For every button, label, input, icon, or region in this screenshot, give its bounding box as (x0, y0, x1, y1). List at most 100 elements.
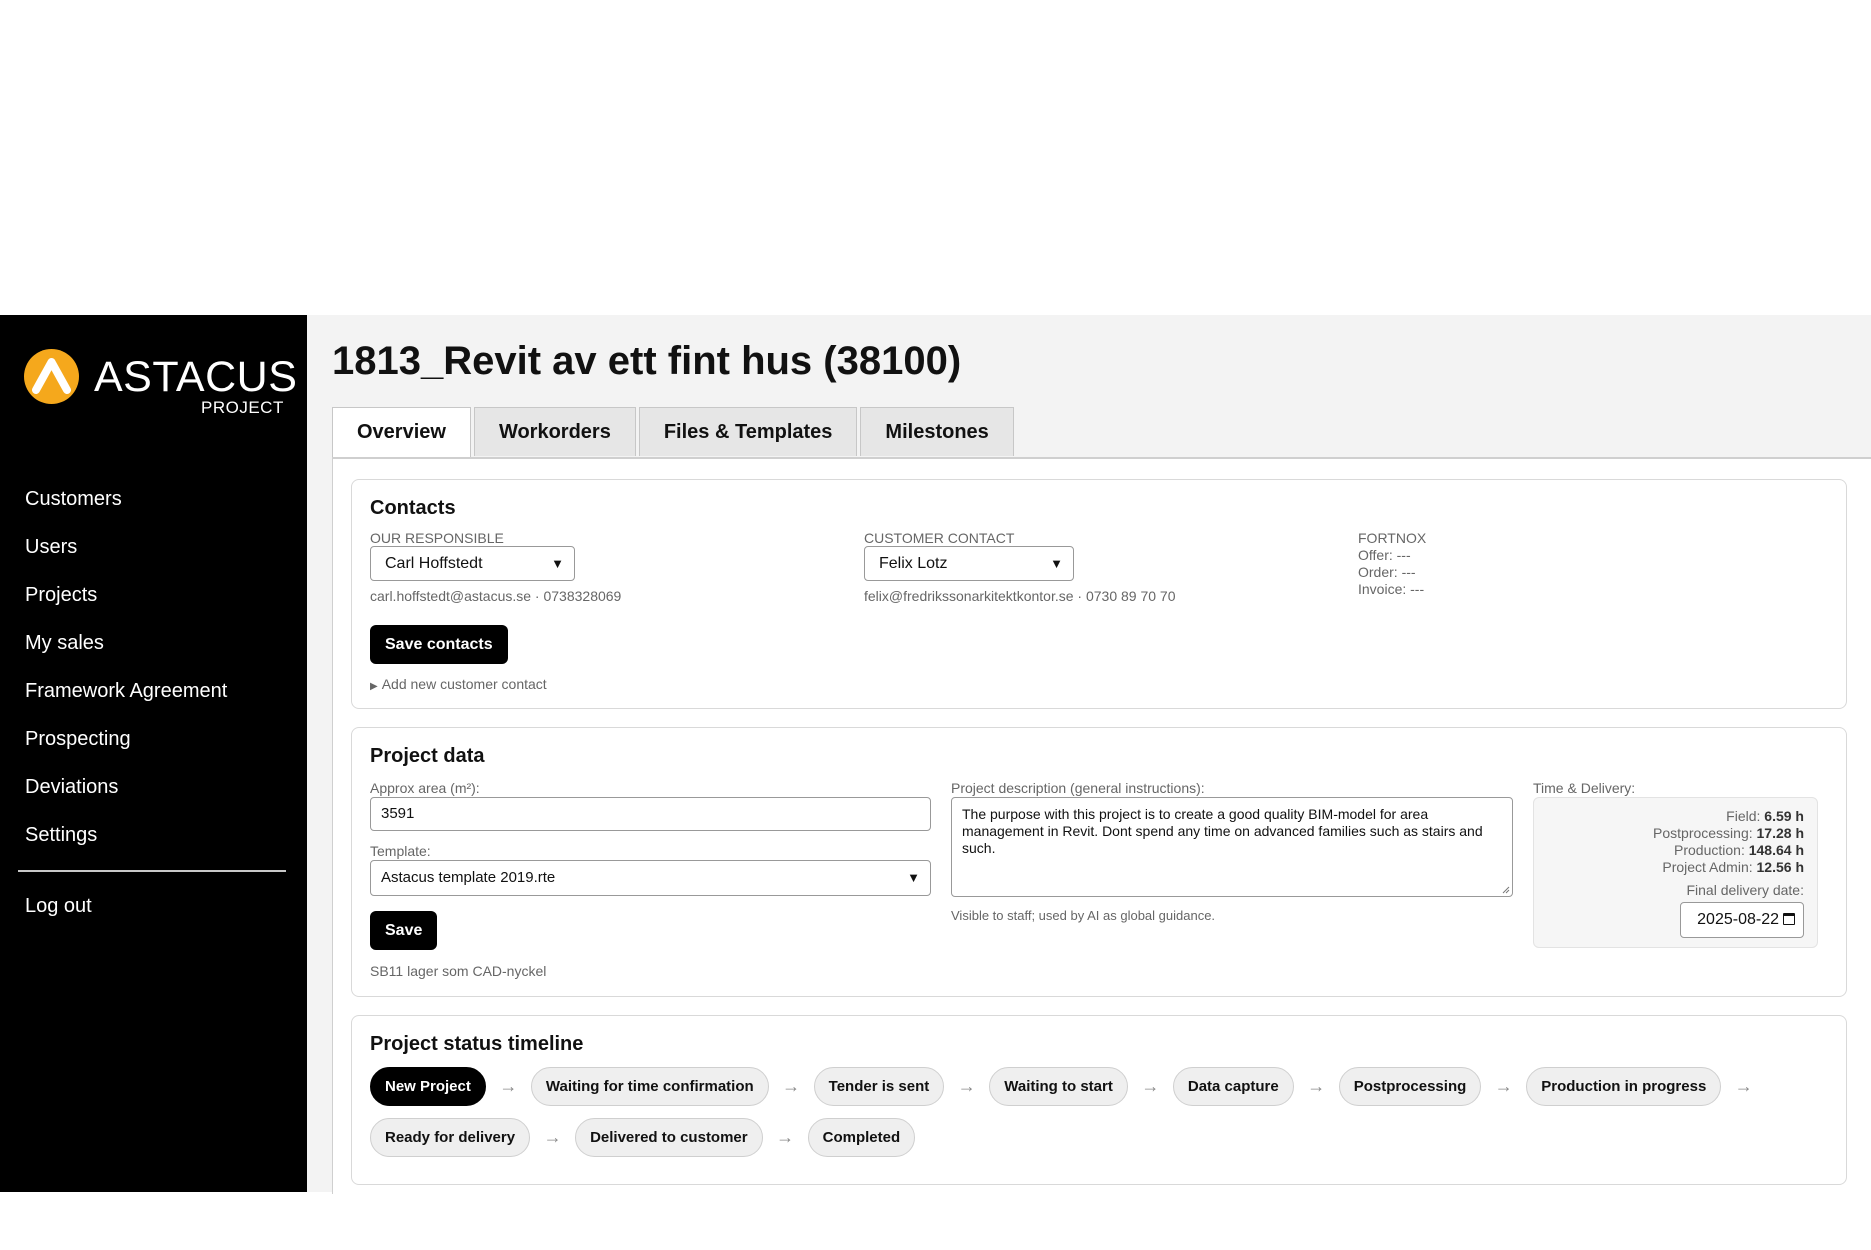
time-admin-value: 12.56 h (1756, 859, 1804, 875)
timeline-title: Project status timeline (370, 1033, 584, 1055)
timeline-row-2: Ready for delivery → Delivered to custom… (370, 1118, 916, 1157)
arrow-right-icon: → (1307, 1076, 1326, 1096)
sidebar-divider (18, 870, 286, 872)
time-post-label: Postprocessing: (1653, 825, 1753, 841)
time-delivery-label: Time & Delivery: (1533, 780, 1636, 796)
sidebar: ASTACUS PROJECT Customers Users Projects… (0, 315, 307, 1192)
final-delivery-date-value: 2025-08-22 (1697, 911, 1779, 928)
status-waiting-to-start[interactable]: Waiting to start (989, 1067, 1128, 1106)
add-contact-toggle[interactable]: ▶ Add new customer contact (370, 676, 547, 692)
project-data-card: Project data Approx area (m²): 3591 Temp… (351, 727, 1847, 997)
our-responsible-label: OUR RESPONSIBLE (370, 530, 504, 546)
arrow-right-icon: → (957, 1076, 976, 1096)
time-prod-row: Production: 148.64 h (1674, 842, 1804, 859)
chevron-down-icon: ▼ (907, 870, 920, 885)
time-field-value: 6.59 h (1764, 808, 1804, 824)
save-project-data-button[interactable]: Save (370, 911, 438, 950)
sidebar-item-projects[interactable]: Projects (25, 571, 227, 619)
sidebar-item-framework-agreement[interactable]: Framework Agreement (25, 667, 227, 715)
logo-wordmark: ASTACUS (94, 353, 298, 401)
time-post-row: Postprocessing: 17.28 h (1653, 825, 1804, 842)
status-tender-sent[interactable]: Tender is sent (813, 1067, 945, 1106)
arrow-right-icon: → (1141, 1076, 1160, 1096)
add-contact-label: Add new customer contact (381, 676, 547, 692)
our-responsible-value: Carl Hoffstedt (385, 555, 483, 572)
fortnox-label: FORTNOX (1358, 530, 1427, 546)
customer-contact-value: Felix Lotz (879, 555, 948, 572)
timeline-row-1: New Project → Waiting for time confirmat… (370, 1067, 1766, 1106)
sidebar-item-customers[interactable]: Customers (25, 475, 227, 523)
project-note: SB11 lager som CAD-nyckel (370, 963, 547, 979)
fortnox-info: FORTNOX Offer: --- Order: --- Invoice: -… (1358, 530, 1426, 598)
description-textarea[interactable]: The purpose with this project is to crea… (951, 797, 1513, 897)
status-production-in-progress[interactable]: Production in progress (1526, 1067, 1722, 1106)
contacts-title: Contacts (370, 497, 456, 519)
status-data-capture[interactable]: Data capture (1172, 1067, 1294, 1106)
disclosure-triangle-icon: ▶ (370, 681, 378, 692)
area-input[interactable]: 3591 (370, 797, 931, 831)
time-delivery-panel: Field: 6.59 h Postprocessing: 17.28 h Pr… (1533, 797, 1818, 948)
page-title: 1813_Revit av ett fint hus (38100) (332, 339, 962, 383)
status-completed[interactable]: Completed (807, 1118, 916, 1157)
tab-milestones[interactable]: Milestones (860, 407, 1014, 456)
logo-subtitle: PROJECT (201, 398, 284, 417)
time-prod-label: Production: (1674, 842, 1745, 858)
sidebar-item-my-sales[interactable]: My sales (25, 619, 227, 667)
sidebar-item-users[interactable]: Users (25, 523, 227, 571)
description-label: Project description (general instruction… (951, 780, 1205, 796)
status-new-project[interactable]: New Project (370, 1067, 486, 1106)
sidebar-nav: Customers Users Projects My sales Framew… (25, 475, 227, 859)
customer-contact-label: CUSTOMER CONTACT (864, 530, 1015, 546)
arrow-right-icon: → (1734, 1076, 1753, 1096)
astacus-logo-icon (24, 349, 79, 404)
app-window: ASTACUS PROJECT Customers Users Projects… (0, 315, 1871, 1194)
main-area: 1813_Revit av ett fint hus (38100) Overv… (307, 315, 1871, 1194)
status-postprocessing[interactable]: Postprocessing (1338, 1067, 1482, 1106)
tab-workorders[interactable]: Workorders (473, 407, 636, 456)
description-hint: Visible to staff; used by AI as global g… (951, 908, 1216, 923)
sidebar-item-deviations[interactable]: Deviations (25, 763, 227, 811)
status-waiting-time-confirmation[interactable]: Waiting for time confirmation (530, 1067, 769, 1106)
time-field-label: Field: (1726, 808, 1761, 824)
sidebar-item-settings[interactable]: Settings (25, 811, 227, 859)
logout-link[interactable]: Log out (25, 882, 92, 930)
template-value: Astacus template 2019.rte (381, 869, 556, 886)
project-data-title: Project data (370, 745, 485, 767)
arrow-right-icon: → (499, 1076, 518, 1096)
time-admin-row: Project Admin: 12.56 h (1662, 859, 1804, 876)
contacts-card: Contacts OUR RESPONSIBLE Carl Hoffstedt … (351, 479, 1847, 709)
time-post-value: 17.28 h (1756, 825, 1804, 841)
arrow-right-icon: → (776, 1127, 795, 1147)
chevron-down-icon: ▼ (1050, 556, 1063, 571)
status-timeline-card: Project status timeline New Project → Wa… (351, 1015, 1847, 1185)
tab-bar: Overview Workorders Files & Templates Mi… (332, 407, 1017, 458)
logo[interactable]: ASTACUS PROJECT (24, 349, 297, 419)
our-responsible-select[interactable]: Carl Hoffstedt ▼ (370, 546, 575, 581)
customer-contact-select[interactable]: Felix Lotz ▼ (864, 546, 1074, 581)
save-contacts-button[interactable]: Save contacts (370, 625, 508, 664)
tab-content-overview: Contacts OUR RESPONSIBLE Carl Hoffstedt … (332, 457, 1871, 1194)
arrow-right-icon: → (1494, 1076, 1513, 1096)
status-ready-for-delivery[interactable]: Ready for delivery (370, 1118, 531, 1157)
template-select[interactable]: Astacus template 2019.rte ▼ (370, 860, 931, 896)
arrow-right-icon: → (543, 1127, 562, 1147)
tab-files-templates[interactable]: Files & Templates (638, 407, 858, 456)
customer-contact-meta: felix@fredrikssonarkitektkontor.se · 073… (864, 588, 1176, 604)
our-responsible-meta: carl.hoffstedt@astacus.se · 0738328069 (370, 588, 622, 604)
chevron-down-icon: ▼ (551, 556, 564, 571)
resize-handle-icon[interactable] (1501, 885, 1510, 894)
time-admin-label: Project Admin: (1662, 859, 1753, 875)
sidebar-item-prospecting[interactable]: Prospecting (25, 715, 227, 763)
arrow-right-icon: → (782, 1076, 801, 1096)
tab-overview[interactable]: Overview (332, 407, 471, 458)
calendar-icon[interactable] (1783, 913, 1795, 925)
final-delivery-date-input[interactable]: 2025-08-22 (1680, 902, 1804, 938)
status-delivered-to-customer[interactable]: Delivered to customer (575, 1118, 763, 1157)
final-delivery-label: Final delivery date: (1686, 882, 1804, 898)
description-text: The purpose with this project is to crea… (962, 806, 1483, 856)
fortnox-invoice: Invoice: --- (1358, 581, 1425, 597)
area-label: Approx area (m²): (370, 780, 480, 796)
fortnox-offer: Offer: --- (1358, 547, 1411, 563)
fortnox-order: Order: --- (1358, 564, 1416, 580)
time-field-row: Field: 6.59 h (1726, 808, 1804, 825)
